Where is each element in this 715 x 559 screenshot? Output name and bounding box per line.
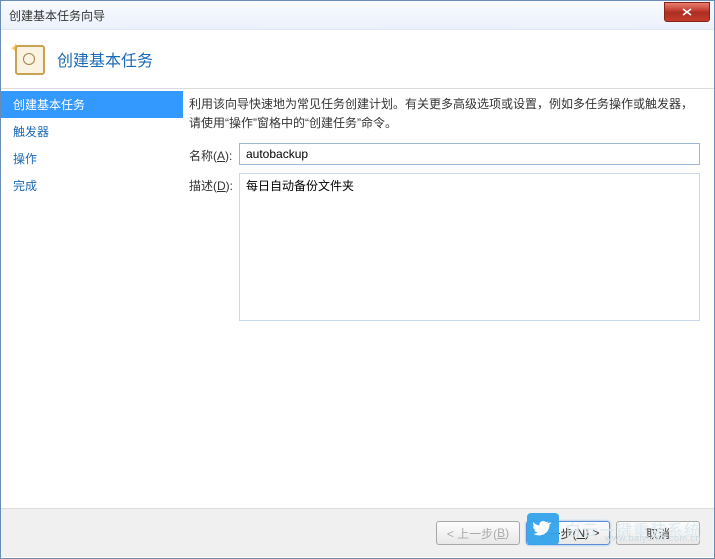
back-button: < 上一步(B)	[436, 521, 520, 545]
sidebar: 创建基本任务 触发器 操作 完成	[1, 89, 183, 508]
watermark: 白云一键重装系统 www.baiyunxr.com.cn	[527, 513, 701, 545]
window-title: 创建基本任务向导	[9, 7, 105, 24]
instruction-text: 利用该向导快速地为常见任务创建计划。有关更多高级选项或设置，例如多任务操作或触发…	[189, 95, 700, 133]
sidebar-item-trigger[interactable]: 触发器	[1, 118, 183, 145]
description-input[interactable]	[239, 173, 700, 321]
header-title: 创建基本任务	[57, 47, 153, 71]
sidebar-item-finish[interactable]: 完成	[1, 172, 183, 199]
sidebar-item-create-basic-task[interactable]: 创建基本任务	[1, 91, 183, 118]
header-panel: ✦ 创建基本任务	[1, 30, 714, 89]
name-input[interactable]	[239, 143, 700, 165]
content-area: 创建基本任务 触发器 操作 完成 利用该向导快速地为常见任务创建计划。有关更多高…	[1, 89, 714, 509]
name-label: 名称(A):	[189, 143, 239, 164]
watermark-bird-icon	[527, 513, 559, 545]
close-button[interactable]	[664, 2, 710, 22]
wizard-icon: ✦	[13, 43, 45, 75]
main-panel: 利用该向导快速地为常见任务创建计划。有关更多高级选项或设置，例如多任务操作或触发…	[183, 89, 714, 508]
description-label: 描述(D):	[189, 173, 239, 194]
wizard-window: 创建基本任务向导 ✦ 创建基本任务 创建基本任务 触发器 操作 完成 利用该向导…	[0, 0, 715, 559]
close-icon	[682, 8, 692, 16]
sidebar-item-action[interactable]: 操作	[1, 145, 183, 172]
titlebar: 创建基本任务向导	[1, 1, 714, 30]
watermark-url: www.baiyunxr.com.cn	[605, 533, 701, 543]
description-row: 描述(D):	[189, 173, 700, 321]
name-row: 名称(A):	[189, 143, 700, 165]
